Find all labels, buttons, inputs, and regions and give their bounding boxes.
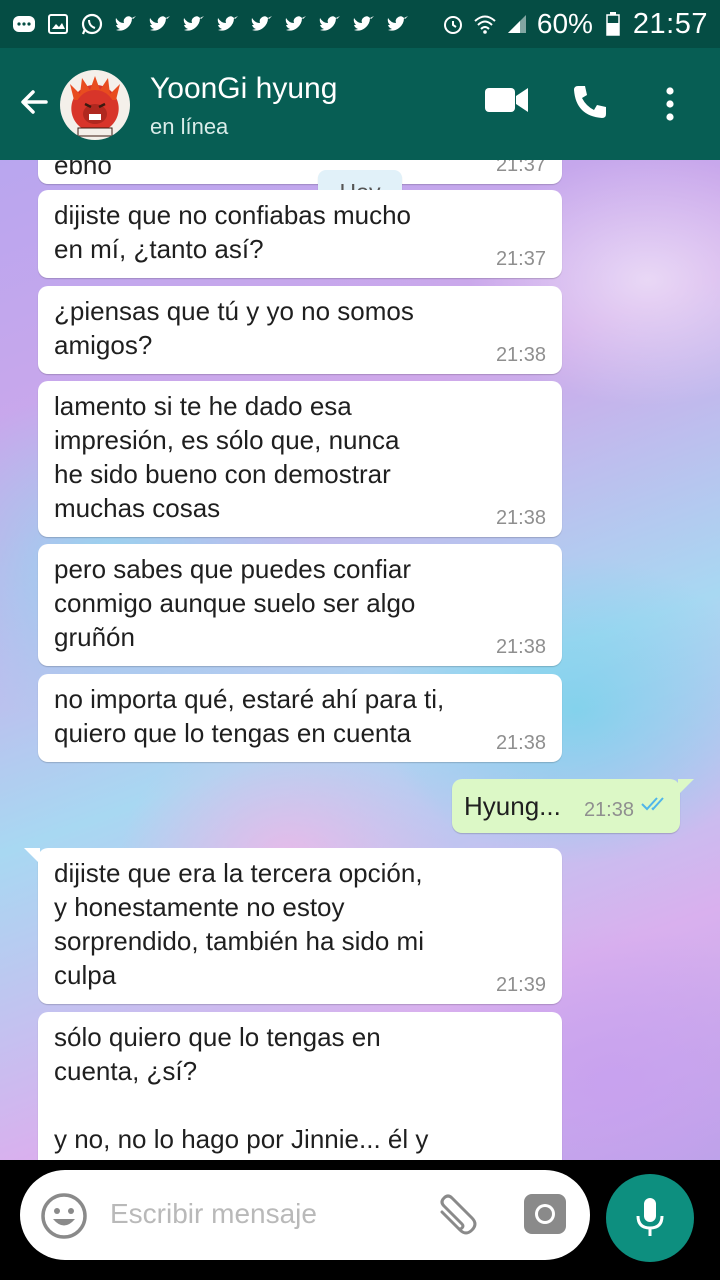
composer-bar: Escribir mensaje — [0, 1160, 720, 1280]
message-text: lamento si te he dado esa impresión, es … — [54, 391, 400, 523]
video-call-icon[interactable] — [484, 84, 530, 121]
contact-name[interactable]: YoonGi hyung — [150, 72, 337, 106]
twitter-notification-icon — [386, 12, 410, 36]
message-bubble-incoming[interactable]: lamento si te he dado esa impresión, es … — [38, 381, 562, 537]
message-time: 21:38 — [495, 732, 546, 754]
message-time: 21:38 — [583, 799, 634, 821]
message-input[interactable]: Escribir mensaje — [20, 1170, 590, 1260]
message-bubble-incoming[interactable]: sólo quiero que lo tengas en cuenta, ¿sí… — [38, 1012, 562, 1160]
chat-notification-icon — [12, 12, 36, 36]
message-bubble-incoming[interactable]: dijiste que no confiabas mucho en mí, ¿t… — [38, 190, 562, 278]
battery-percent: 60% — [536, 8, 593, 39]
gallery-notification-icon — [46, 12, 70, 36]
message-bubble-incoming[interactable]: no importa qué, estaré ahí para ti, quie… — [38, 674, 562, 762]
twitter-notification-icon — [284, 12, 308, 36]
message-text: ¿piensas que tú y yo no somos amigos? — [54, 296, 414, 360]
message-bubble-incoming[interactable]: ebho 21:37 — [38, 160, 562, 184]
back-arrow-icon[interactable] — [14, 82, 54, 122]
message-bubble-incoming[interactable]: dijiste que era la tercera opción, y hon… — [24, 848, 562, 1004]
message-text: pero sabes que puedes confiar conmigo au… — [54, 554, 416, 652]
camera-icon[interactable] — [522, 1192, 568, 1241]
message-text: dijiste que no confiabas mucho en mí, ¿t… — [54, 200, 412, 264]
emoji-icon[interactable] — [40, 1192, 88, 1245]
signal-icon — [505, 12, 529, 36]
twitter-notification-icon — [182, 12, 206, 36]
twitter-notification-icon — [216, 12, 240, 36]
message-placeholder: Escribir mensaje — [110, 1198, 317, 1229]
twitter-notification-icon — [148, 12, 172, 36]
status-bar: 60% 21:57 — [0, 0, 720, 48]
battery-icon — [601, 12, 625, 36]
twitter-notification-icon — [114, 12, 138, 36]
alarm-icon — [441, 12, 465, 36]
message-time: 21:38 — [495, 507, 546, 529]
message-time: 21:39 — [495, 974, 546, 996]
more-options-icon[interactable] — [660, 86, 680, 127]
phone-call-icon[interactable] — [570, 82, 610, 127]
twitter-notification-icon — [318, 12, 342, 36]
microphone-icon — [634, 1196, 666, 1245]
twitter-notification-icon — [250, 12, 274, 36]
wifi-icon — [473, 12, 497, 36]
message-text: no importa qué, estaré ahí para ti, quie… — [54, 684, 445, 748]
message-text: sólo quiero que lo tengas en cuenta, ¿sí… — [54, 1022, 429, 1154]
whatsapp-notification-icon — [80, 12, 104, 36]
chat-area[interactable]: ebho 21:37 Hoy dijiste que no confiabas … — [0, 160, 720, 1160]
voice-message-button[interactable] — [606, 1174, 694, 1262]
contact-status: en línea — [150, 114, 229, 139]
read-receipt-icon — [640, 787, 670, 821]
message-text: Hyung... — [464, 791, 561, 821]
message-time: 21:38 — [495, 636, 546, 658]
message-time: 21:38 — [495, 344, 546, 366]
twitter-notification-icon — [352, 12, 376, 36]
attach-clip-icon[interactable] — [430, 1192, 478, 1245]
avatar[interactable] — [60, 70, 130, 140]
message-bubble-incoming[interactable]: pero sabes que puedes confiar conmigo au… — [38, 544, 562, 666]
status-time: 21:57 — [632, 7, 708, 40]
message-bubble-incoming[interactable]: ¿piensas que tú y yo no somos amigos? 21… — [38, 286, 562, 374]
message-text: dijiste que era la tercera opción, y hon… — [54, 858, 424, 990]
message-bubble-outgoing[interactable]: Hyung... 21:38 — [452, 779, 694, 833]
chat-header: YoonGi hyung en línea — [0, 48, 720, 160]
message-time: 21:37 — [495, 160, 546, 176]
message-text: ebho — [54, 160, 112, 180]
message-time: 21:37 — [495, 248, 546, 270]
